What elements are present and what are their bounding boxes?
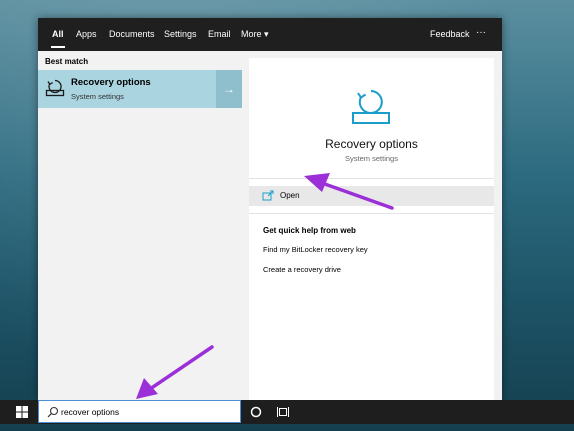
- recovery-large-icon: [352, 90, 390, 124]
- tab-email[interactable]: Email: [208, 29, 231, 39]
- search-icon: [47, 406, 59, 418]
- web-help-heading: Get quick help from web: [263, 226, 356, 235]
- search-panel: All Apps Documents Settings Email More ▾…: [38, 18, 502, 400]
- bitlocker-key-link[interactable]: Find my BitLocker recovery key: [263, 245, 368, 254]
- feedback-link[interactable]: Feedback: [430, 29, 470, 39]
- recovery-icon: [45, 79, 65, 97]
- tab-all[interactable]: All: [51, 29, 65, 48]
- windows-logo-icon[interactable]: [16, 406, 28, 418]
- tab-settings[interactable]: Settings: [164, 29, 197, 39]
- detail-subtitle: System settings: [345, 154, 398, 163]
- taskbar-search-box[interactable]: [38, 400, 241, 423]
- best-match-subtitle: System settings: [71, 92, 124, 101]
- open-action[interactable]: Open: [249, 186, 494, 206]
- open-detail-arrow-icon[interactable]: →: [216, 70, 242, 108]
- taskbar: [0, 400, 574, 424]
- search-filter-bar: All Apps Documents Settings Email More ▾…: [38, 18, 502, 51]
- open-icon: [262, 190, 274, 201]
- detail-title: Recovery options: [325, 137, 418, 151]
- task-view-icon[interactable]: [277, 406, 289, 418]
- create-recovery-drive-link[interactable]: Create a recovery drive: [263, 265, 341, 274]
- best-match-title: Recovery options: [71, 77, 151, 88]
- tab-apps[interactable]: Apps: [76, 29, 97, 39]
- tab-documents[interactable]: Documents: [109, 29, 155, 39]
- divider: [249, 178, 494, 179]
- more-options-button[interactable]: ···: [476, 27, 486, 38]
- cortana-circle-icon[interactable]: [250, 406, 262, 418]
- open-label: Open: [280, 191, 300, 200]
- best-match-heading: Best match: [45, 57, 89, 66]
- results-pane: Best match Recovery options System setti…: [38, 51, 242, 400]
- divider: [249, 213, 494, 214]
- tab-more[interactable]: More ▾: [241, 29, 269, 40]
- details-pane: Recovery options System settings Open Ge…: [249, 58, 494, 400]
- best-match-result[interactable]: Recovery options System settings →: [38, 70, 242, 108]
- search-input[interactable]: [61, 407, 231, 417]
